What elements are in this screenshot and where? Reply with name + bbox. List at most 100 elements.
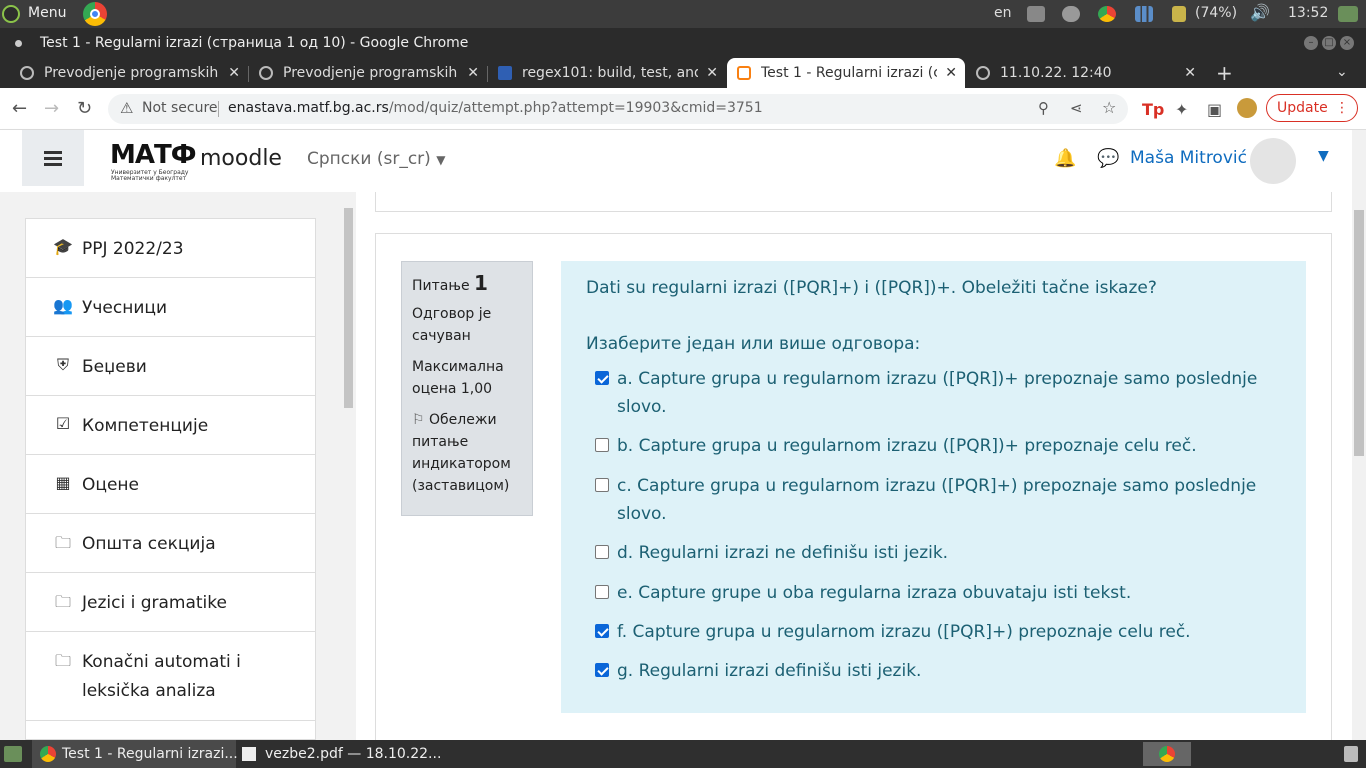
maximize-button[interactable]: □ (1322, 36, 1336, 50)
omnibox[interactable]: ⚠ Not secure enastava.matf.bg.ac.rs/mod/… (108, 94, 1128, 124)
clock[interactable]: 13:52 (1288, 5, 1328, 21)
tab-close-icon[interactable]: ✕ (945, 58, 957, 88)
extension-tp-icon[interactable]: Tp (1142, 100, 1164, 119)
tab-label: Prevodjenje programskih (283, 65, 458, 81)
tab-4-active[interactable]: Test 1 - Regularni izrazi (ст ✕ (727, 58, 965, 88)
display-icon[interactable] (1338, 6, 1358, 22)
answer-text[interactable]: f. Capture grupa u regularnom izrazu ([P… (617, 618, 1267, 646)
user-name[interactable]: Maša Mitrović (1130, 148, 1247, 168)
answer-text[interactable]: d. Regularni izrazi ne definišu isti jez… (617, 539, 1267, 567)
drawer-item-competencies[interactable]: ☑ Компетенције (26, 396, 315, 455)
answer-text[interactable]: g. Regularni izrazi definišu isti jezik. (617, 657, 1267, 685)
drawer-scrollbar[interactable] (342, 192, 356, 740)
window-title: Test 1 - Regularni izrazi (страница 1 од… (40, 35, 469, 51)
tab-close-icon[interactable]: ✕ (228, 58, 240, 88)
tab-search-chevron-icon[interactable]: ⌄ (1336, 64, 1348, 80)
back-button[interactable]: ← (12, 98, 27, 119)
caret-down-icon: ▼ (436, 153, 446, 167)
tab-label: Test 1 - Regularni izrazi (ст (761, 65, 937, 81)
drawer-list: 🎓 PPJ 2022/23 👥 Учесници ⛨ Беџеви ☑ Комп… (25, 218, 316, 740)
question-max-grade: Максимална оцена 1,00 (412, 359, 504, 397)
taskbar-item-pdf[interactable]: vezbe2.pdf — 18.10.22... (238, 740, 441, 768)
close-window-button[interactable]: × (1340, 36, 1354, 50)
tab-2[interactable]: Prevodjenje programskih ✕ (249, 58, 487, 88)
drawer-item-label: Jezici i gramatike (82, 593, 227, 613)
trash-icon[interactable] (1344, 746, 1358, 762)
answer-checkbox[interactable] (595, 371, 609, 385)
mint-menu-icon[interactable] (2, 5, 20, 23)
answer-text[interactable]: c. Capture grupa u regularnom izrazu ([P… (617, 472, 1267, 528)
shield-icon: ⛨ (56, 355, 69, 374)
user-avatar[interactable] (1250, 138, 1296, 184)
notifications-bell-icon[interactable]: 🔔 (1054, 148, 1076, 169)
battery-icon[interactable] (1172, 6, 1186, 22)
answer-text[interactable]: e. Capture grupe u oba regularna izraza … (617, 579, 1267, 607)
answer-checkbox[interactable] (595, 438, 609, 452)
drawer-item-languages-grammars[interactable]: 🗀 Jezici i gramatike (26, 573, 315, 632)
volume-icon[interactable]: 🔊 (1250, 3, 1270, 22)
show-desktop-icon[interactable] (4, 746, 22, 762)
flag-icon: ⚐ (412, 412, 425, 428)
network-signal-icon[interactable] (1135, 6, 1153, 22)
site-name[interactable]: moodle (200, 146, 282, 171)
drawer-item-general-section[interactable]: 🗀 Општа секција (26, 514, 315, 573)
answer-checkbox[interactable] (595, 545, 609, 559)
tab-label: Prevodjenje programskih (44, 65, 219, 81)
chrome-update-button[interactable]: Update ⋮ (1266, 94, 1358, 122)
answer-checkbox[interactable] (595, 663, 609, 677)
checkbox-icon: ☑ (55, 414, 71, 433)
side-panel-icon[interactable]: ▣ (1207, 100, 1222, 119)
drawer-toggle-button[interactable] (22, 130, 84, 186)
answer-checkbox[interactable] (595, 478, 609, 492)
profile-avatar-icon[interactable] (1237, 98, 1257, 118)
new-tab-button[interactable]: + (1216, 61, 1233, 85)
drive-icon[interactable] (1027, 6, 1045, 22)
forward-button[interactable]: → (44, 98, 59, 119)
tab-1[interactable]: Prevodjenje programskih ✕ (10, 58, 248, 88)
page-scrollbar[interactable] (1352, 130, 1366, 740)
question-content: Dati su regularni izrazi ([PQR]+) i ([PQ… (561, 261, 1306, 713)
security-status[interactable]: Not secure (142, 100, 218, 116)
drawer-item-participants[interactable]: 👥 Учесници (26, 278, 315, 337)
kebab-menu-icon[interactable]: ⋮ (1335, 95, 1349, 121)
language-menu[interactable]: Српски (sr_cr) ▼ (307, 149, 445, 169)
tab-close-icon[interactable]: ✕ (1184, 58, 1196, 88)
tab-close-icon[interactable]: ✕ (706, 58, 718, 88)
drawer-item-course[interactable]: 🎓 PPJ 2022/23 (26, 219, 315, 278)
answer-text[interactable]: b. Capture grupa u regularnom izrazu ([P… (617, 432, 1267, 460)
window-titlebar[interactable]: Test 1 - Regularni izrazi (страница 1 од… (0, 28, 1366, 58)
extensions-puzzle-icon[interactable]: ✦ (1175, 100, 1188, 119)
question-label: Питање (412, 278, 470, 294)
drawer-item-grades[interactable]: ▦ Оцене (26, 455, 315, 514)
os-menu-label[interactable]: Menu (28, 5, 66, 21)
discord-icon[interactable] (1062, 6, 1080, 22)
drawer-item-finite-automata[interactable]: 🗀 Konačni automati i leksička analiza (26, 632, 315, 721)
tab-close-icon[interactable]: ✕ (467, 58, 479, 88)
answer-checkbox[interactable] (595, 624, 609, 638)
drawer-item-label: Беџеви (82, 357, 147, 377)
matf-logo[interactable]: МАТФ Универзитет у Београду Математички … (110, 140, 197, 182)
flag-question-link[interactable]: ⚐ Обележи питање индикатором (заставицом… (412, 409, 522, 497)
reload-button[interactable]: ↻ (77, 98, 92, 119)
share-icon[interactable]: ⋖ (1070, 99, 1083, 117)
messages-chat-icon[interactable]: 💬 (1097, 148, 1119, 169)
minimize-button[interactable]: – (1304, 36, 1318, 50)
user-menu-caret-icon[interactable]: ▼ (1318, 148, 1329, 164)
workspace-switcher[interactable] (1143, 742, 1191, 766)
question-number-line: Питање 1 (412, 272, 522, 297)
tab-3[interactable]: regex101: build, test, and ✕ (488, 58, 726, 88)
tab-5[interactable]: 11.10.22. 12:40 ✕ (966, 58, 1204, 88)
warning-icon[interactable]: ⚠ (120, 99, 133, 117)
scrollbar-thumb[interactable] (344, 208, 353, 408)
url-text[interactable]: enastava.matf.bg.ac.rs/mod/quiz/attempt.… (228, 100, 763, 116)
chrome-launcher-icon[interactable] (83, 2, 107, 26)
answer-checkbox[interactable] (595, 585, 609, 599)
bookmark-star-icon[interactable]: ☆ (1102, 98, 1116, 117)
taskbar-item-chrome[interactable]: Test 1 - Regularni izrazi... (32, 740, 238, 768)
zoom-icon[interactable]: ⚲ (1038, 99, 1049, 117)
keyboard-layout[interactable]: en (994, 5, 1012, 21)
answer-text[interactable]: a. Capture grupa u regularnom izrazu ([P… (617, 365, 1267, 421)
scrollbar-thumb[interactable] (1354, 210, 1364, 456)
chrome-tray-icon[interactable] (1098, 6, 1116, 22)
drawer-item-badges[interactable]: ⛨ Беџеви (26, 337, 315, 396)
